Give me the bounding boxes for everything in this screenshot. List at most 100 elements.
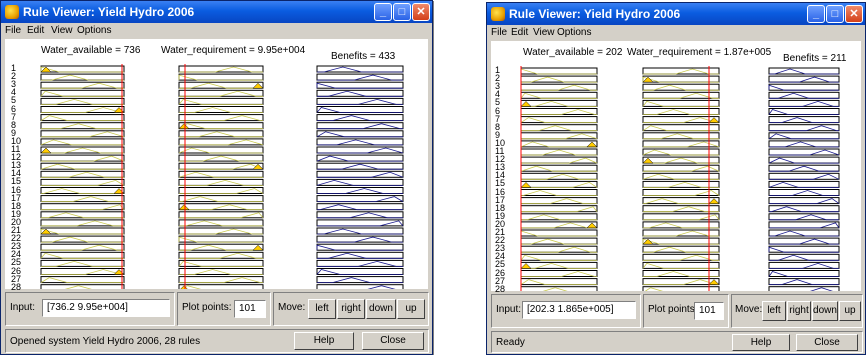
plot-points-panel: Plot points: 101 — [177, 292, 271, 326]
help-button[interactable]: Help — [294, 332, 354, 350]
menu-bar: File Edit View Options — [1, 23, 432, 39]
rule-plot-area: Water_available = 736 Water_requirement … — [5, 39, 430, 291]
rule-cell — [520, 83, 598, 91]
title-bar[interactable]: Rule Viewer: Yield Hydro 2006 _ □ ✕ — [487, 3, 865, 25]
move-down-button[interactable]: down — [366, 299, 396, 319]
rule-viewer-window-2: Rule Viewer: Yield Hydro 2006 _ □ ✕ File… — [486, 2, 866, 355]
rule-cell — [768, 261, 840, 269]
rule-cell — [316, 138, 404, 146]
rule-cell — [316, 89, 404, 97]
move-left-button[interactable]: left — [308, 299, 336, 319]
rule-cell — [642, 75, 720, 83]
close-icon[interactable]: ✕ — [412, 3, 430, 21]
plot-points-panel: Plot points: 101 — [643, 294, 729, 328]
rule-cell — [316, 243, 404, 251]
rule-cell — [520, 116, 598, 124]
rule-cell — [40, 114, 125, 122]
move-up-button[interactable]: up — [397, 299, 425, 319]
rule-cell — [40, 178, 125, 186]
move-label: Move: — [735, 304, 763, 315]
rule-cell — [642, 67, 720, 75]
plot-points-label: Plot points: — [648, 304, 698, 315]
rule-cell — [520, 124, 598, 132]
move-left-button[interactable]: left — [762, 301, 786, 321]
rule-cell — [520, 278, 598, 286]
rule-cell — [520, 221, 598, 229]
input-field[interactable]: [202.3 1.865e+005] — [522, 301, 636, 319]
rule-plots[interactable] — [491, 41, 863, 291]
rule-cell — [768, 132, 840, 140]
rule-cell — [316, 259, 404, 267]
rule-cell — [520, 75, 598, 83]
rule-cell — [768, 99, 840, 107]
menu-bar: File Edit View Options — [487, 25, 865, 41]
plot-points-label: Plot points: — [182, 302, 232, 313]
rule-cell — [642, 83, 720, 91]
rule-cell — [178, 81, 264, 89]
menu-view[interactable]: View — [51, 25, 73, 36]
rule-cell — [768, 83, 840, 91]
rule-cell — [178, 65, 264, 73]
window-title: Rule Viewer: Yield Hydro 2006 — [509, 7, 681, 21]
plot-points-field[interactable]: 101 — [234, 300, 266, 318]
rule-cell — [768, 75, 840, 83]
maximize-icon[interactable]: □ — [826, 5, 844, 23]
rule-cell — [642, 253, 720, 261]
close-icon[interactable]: ✕ — [845, 5, 863, 23]
menu-options[interactable]: Options — [557, 27, 591, 38]
rule-cell — [178, 251, 264, 259]
minimize-icon[interactable]: _ — [807, 5, 825, 23]
title-bar[interactable]: Rule Viewer: Yield Hydro 2006 _ □ ✕ — [1, 1, 432, 23]
rule-cell — [768, 189, 840, 196]
rule-viewer-window-1: Rule Viewer: Yield Hydro 2006 _ □ ✕ File… — [0, 0, 433, 355]
maximize-icon[interactable]: □ — [393, 3, 411, 21]
rule-cell — [768, 67, 840, 75]
close-button[interactable]: Close — [362, 332, 424, 350]
move-right-button[interactable]: right — [337, 299, 365, 319]
menu-file[interactable]: File — [491, 27, 507, 38]
menu-file[interactable]: File — [5, 25, 21, 36]
rule-cell — [520, 180, 598, 188]
plot-points-field[interactable]: 101 — [694, 302, 724, 320]
rule-cell — [642, 180, 720, 188]
rule-plots[interactable] — [5, 39, 430, 289]
rule-cell — [40, 81, 125, 89]
rule-cell — [316, 235, 404, 243]
minimize-icon[interactable]: _ — [374, 3, 392, 21]
rule-cell — [642, 172, 720, 180]
menu-edit[interactable]: Edit — [511, 27, 528, 38]
rule-cell — [40, 227, 125, 235]
rule-cell — [316, 195, 404, 203]
input-field[interactable]: [736.2 9.95e+004] — [42, 299, 170, 317]
menu-options[interactable]: Options — [77, 25, 111, 36]
rule-cell — [316, 97, 404, 105]
menu-view[interactable]: View — [533, 27, 555, 38]
rule-cell — [316, 65, 404, 73]
move-up-button[interactable]: up — [839, 301, 861, 321]
move-right-button[interactable]: right — [787, 301, 811, 321]
close-button[interactable]: Close — [796, 334, 858, 351]
move-down-button[interactable]: down — [812, 301, 838, 321]
rule-cell — [768, 253, 840, 261]
rule-cell — [316, 178, 404, 186]
rule-cell — [520, 132, 598, 140]
rule-cell — [642, 124, 720, 132]
rule-cell — [40, 73, 125, 81]
rule-cell — [768, 237, 840, 245]
rule-cell — [40, 219, 125, 227]
rule-cell — [520, 172, 598, 180]
move-panel: Move: left right down up — [273, 292, 429, 326]
menu-edit[interactable]: Edit — [27, 25, 44, 36]
rule-cell — [40, 170, 125, 178]
rule-cell — [40, 276, 125, 284]
rule-cell — [520, 67, 598, 75]
rule-cell — [642, 237, 720, 245]
status-text: Opened system Yield Hydro 2006, 28 rules — [10, 336, 201, 347]
rule-cell — [520, 245, 598, 253]
rule-cell — [642, 229, 720, 237]
rule-cell — [40, 211, 125, 219]
help-button[interactable]: Help — [732, 334, 790, 351]
rule-cell — [316, 81, 404, 89]
rule-cell — [642, 189, 720, 196]
rule-cell — [178, 130, 264, 138]
